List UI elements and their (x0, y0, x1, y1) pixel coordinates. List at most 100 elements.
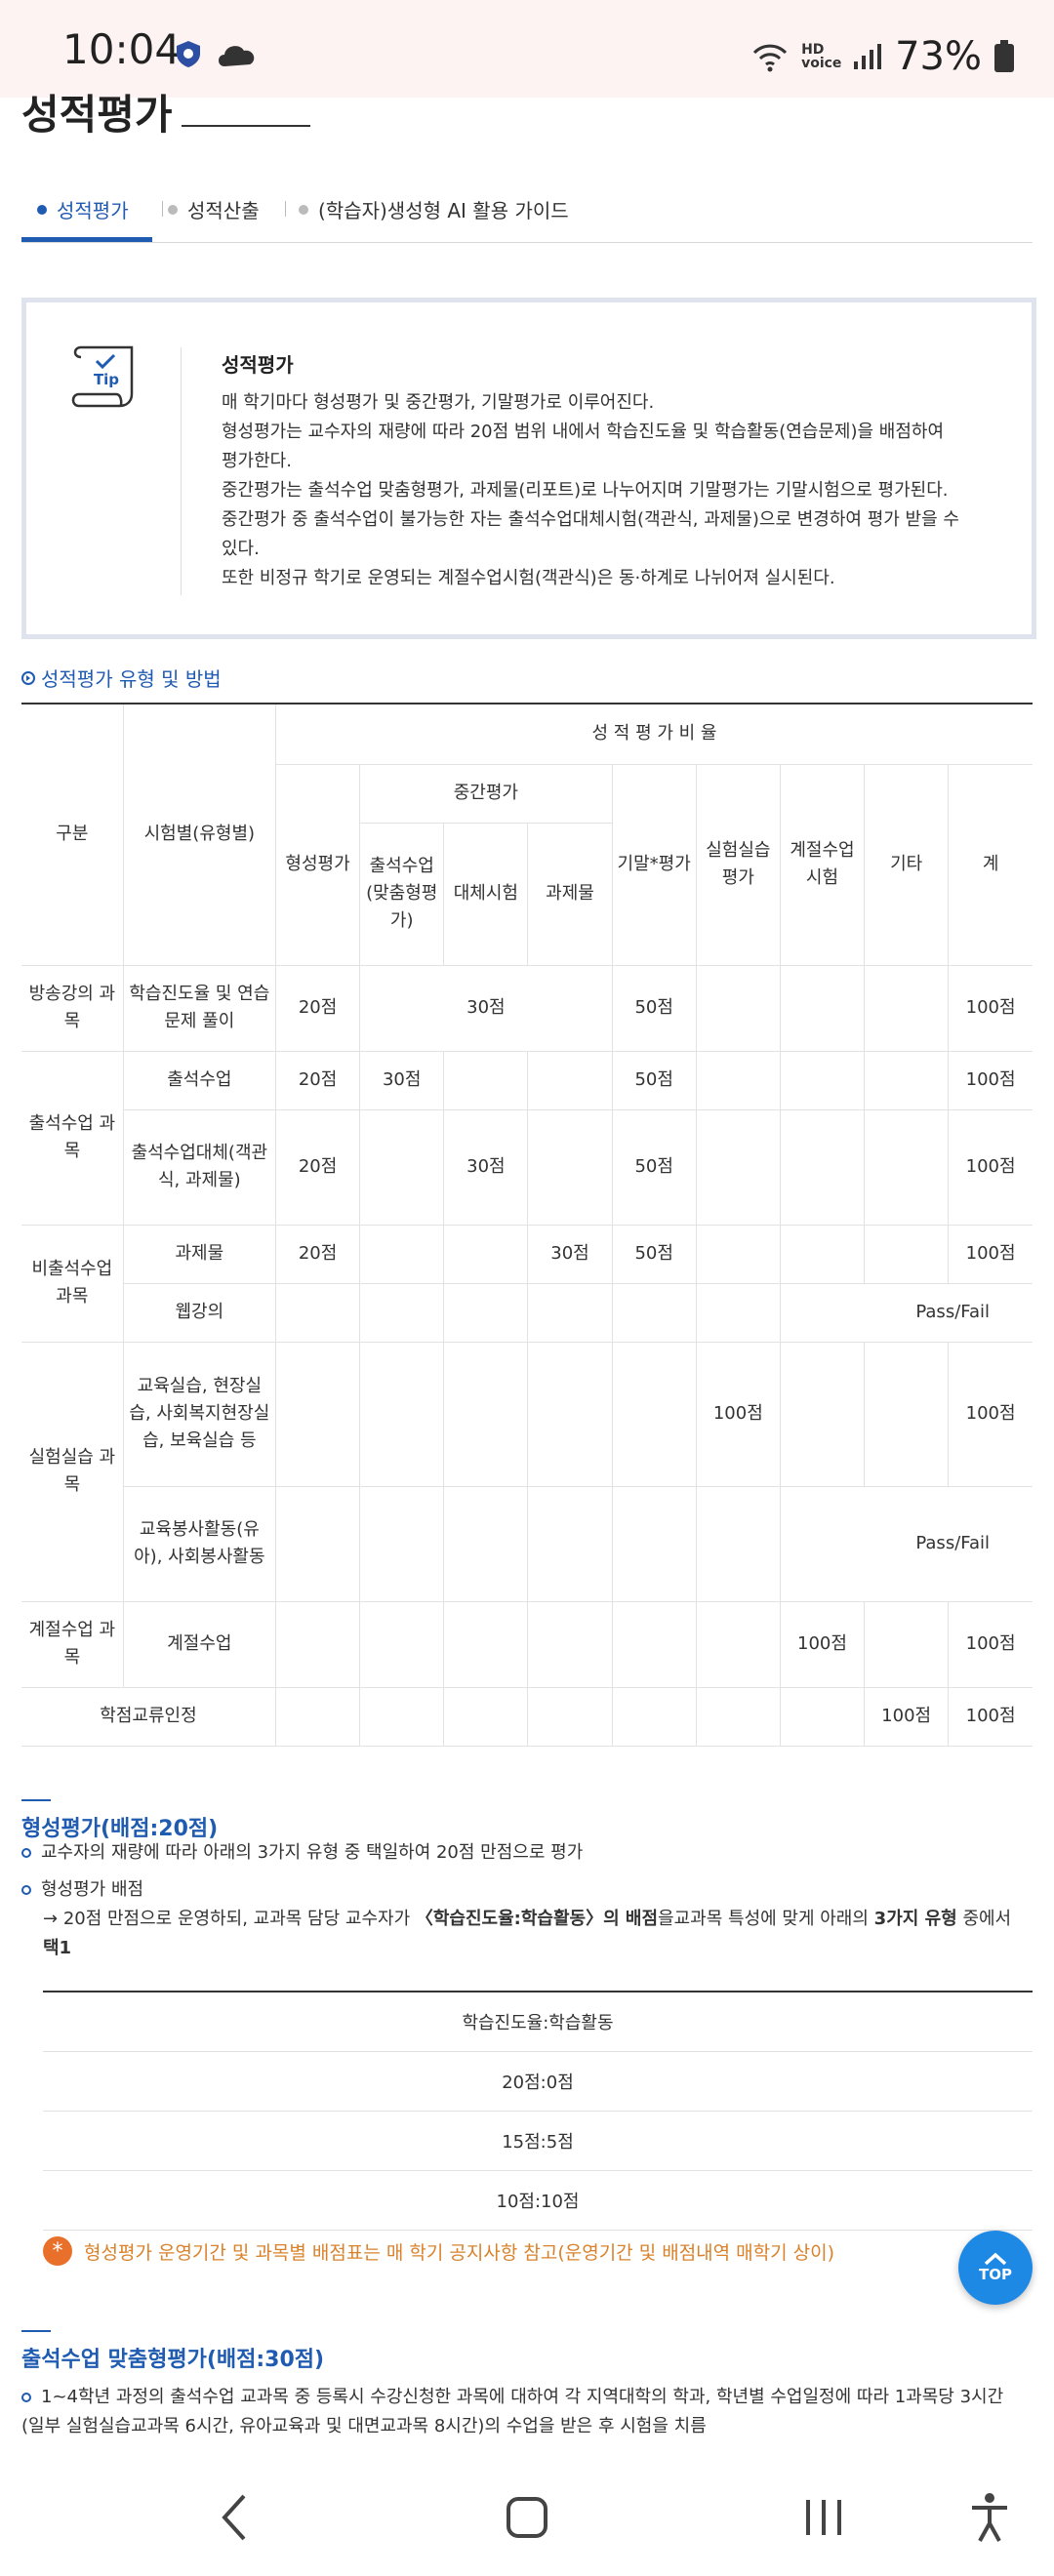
page-title: 성적평가 (21, 91, 173, 139)
attend-bullet: 1~4학년 과정의 출석수업 교과목 중 등록시 수강신청한 과목에 대하여 각… (21, 2383, 1033, 2441)
table-row: 출석수업 과목 출석수업 20점 30점 50점 100점 (21, 1050, 1033, 1226)
header-mid-task: 과제물 (527, 822, 613, 966)
header-gubun: 구분 (21, 703, 124, 966)
cell (695, 1485, 781, 1602)
cell: 15점:5점 (43, 2111, 1033, 2171)
cell (443, 1485, 529, 1602)
cell (695, 1600, 781, 1688)
table-row: 15점:5점 (43, 2111, 1033, 2171)
cell (443, 1600, 529, 1688)
bullet-circle-icon (21, 1885, 31, 1895)
tab-ai-guide[interactable]: (학습자)생성형 AI 활용 가이드 (299, 195, 569, 223)
system-nav-bar (0, 2469, 1054, 2576)
cell: 출석수업 과목 (21, 1050, 124, 1226)
cell (274, 1282, 361, 1343)
grade-ratio-table: 구분 시험별(유형별) 성 적 평 가 비 율 형성평가 중간평가 기말*평가 … (21, 703, 1033, 1747)
cell: 50점 (611, 1108, 697, 1226)
cell: 학점교류인정 (21, 1686, 276, 1747)
tab-dot-icon (37, 204, 47, 215)
cell (527, 1282, 613, 1343)
tip-title: 성적평가 (222, 353, 294, 377)
cell: Pass/Fail (779, 1282, 1033, 1343)
cell (274, 1686, 361, 1747)
detail-bold: 〈학습진도율:학습활동〉의 배점 (415, 1909, 659, 1929)
cell: 계절수업 과목 (21, 1600, 124, 1688)
cell (695, 1282, 781, 1343)
header-formative: 형성평가 (275, 763, 361, 966)
cell (611, 1600, 697, 1688)
tip-scroll-icon: Tip (71, 345, 134, 408)
status-time: 10:04 (62, 25, 182, 73)
cell (864, 964, 950, 1052)
wifi-icon (753, 44, 788, 72)
cell (864, 1341, 950, 1487)
tip-line: 있다. (222, 539, 260, 559)
cell: 과제물 (122, 1224, 276, 1284)
bullet-text: 교수자의 재량에 따라 아래의 3가지 유형 중 택일하여 20점 만점으로 평… (41, 1842, 584, 1863)
tab-label: (학습자)생성형 AI 활용 가이드 (318, 199, 569, 222)
notice-text: 형성평가 운영기간 및 과목별 배점표는 매 학기 공지사항 참고(운영기간 및… (84, 2241, 835, 2264)
scroll-top-button[interactable]: TOP (958, 2231, 1033, 2305)
cell (527, 1600, 613, 1688)
cell: 20점 (274, 964, 361, 1052)
cell (527, 1050, 613, 1110)
cell: 30점 (359, 964, 613, 1052)
cell: 20점 (274, 1108, 361, 1226)
header-total: 계 (948, 763, 1033, 966)
header-lab: 실험실습평가 (695, 763, 781, 966)
cell (779, 1108, 866, 1226)
header-mid-attend: 출석수업(맞춤형평가) (359, 822, 445, 966)
tab-separator (162, 201, 163, 217)
cell: 50점 (611, 964, 697, 1052)
bullet-text: 형성평가 배점 (41, 1879, 144, 1900)
table-row: 출석수업대체(객관식, 과제물) 20점 30점 50점 100점 (21, 1108, 1033, 1226)
accessibility-icon[interactable] (968, 2490, 1011, 2545)
tab-grade-calculation[interactable]: 성적산출 (168, 195, 260, 223)
tab-label: 성적산출 (187, 199, 260, 222)
cell (864, 1050, 950, 1110)
cell (359, 1108, 445, 1226)
detail-text: 20점 만점으로 운영하되, 교과목 담당 교수자가 (62, 1909, 411, 1929)
cell (695, 1050, 781, 1110)
cell: 학습진도율:학습활동 (43, 1991, 1033, 2052)
cell (695, 1686, 781, 1747)
cell: 30점 (527, 1224, 613, 1284)
cell (527, 1485, 613, 1602)
home-icon[interactable] (506, 2490, 548, 2545)
detail-bold: 3가지 유형 (873, 1909, 957, 1929)
cell: 10점:10점 (43, 2170, 1033, 2231)
tip-line: 또한 비정규 학기로 운영되는 계절수업시험(객관식)은 동·하계로 나뉘어져 … (222, 568, 835, 588)
tab-dot-icon (168, 204, 178, 215)
header-ratio: 성 적 평 가 비 율 (274, 703, 1033, 765)
header-etc: 기타 (864, 763, 950, 966)
cell: 100점 (948, 1224, 1033, 1284)
bullet-circle-icon (21, 1848, 31, 1858)
tip-box: Tip 성적평가 매 학기마다 형성평가 및 중간평가, 기말평가로 이루어진다… (21, 298, 1036, 639)
battery-percent: 73% (895, 34, 982, 79)
tab-separator (285, 201, 286, 217)
bullet-text: 1~4학년 과정의 출석수업 교과목 중 등록시 수강신청한 과목에 대하여 각… (41, 2387, 1004, 2407)
section-heading-text: 성적평가 유형 및 방법 (41, 667, 222, 691)
title-underline (182, 125, 310, 127)
battery-icon (994, 40, 1014, 72)
table-row: 계절수업 과목 계절수업 100점 100점 (21, 1600, 1033, 1688)
tip-line: 형성평가는 교수자의 재량에 따라 20점 범위 내에서 학습진도율 및 학습활… (222, 422, 945, 442)
cell: 비출석수업 과목 (21, 1224, 124, 1343)
cell: 100점 (948, 1108, 1033, 1226)
header-mid-alt: 대체시험 (443, 822, 529, 966)
tip-line: 평가한다. (222, 451, 292, 471)
recent-apps-icon[interactable] (802, 2490, 845, 2545)
bullet-circle-icon (21, 2393, 31, 2402)
table-row: 방송강의 과목 학습진도율 및 연습문제 풀이 20점 30점 50점 100점 (21, 964, 1033, 1052)
cell: 20점 (274, 1224, 361, 1284)
cell (695, 964, 781, 1052)
tab-grade-evaluation[interactable]: 성적평가 (37, 195, 129, 223)
tip-body: 매 학기마다 형성평가 및 중간평가, 기말평가로 이루어진다. 형성평가는 교… (222, 388, 993, 593)
cell (274, 1341, 361, 1487)
cell (611, 1485, 697, 1602)
cell (443, 1686, 529, 1747)
cell (611, 1341, 697, 1487)
table-row: 10점:10점 (43, 2170, 1033, 2231)
table-row: 웹강의 Pass/Fail (21, 1282, 1033, 1343)
back-icon[interactable] (217, 2490, 252, 2545)
